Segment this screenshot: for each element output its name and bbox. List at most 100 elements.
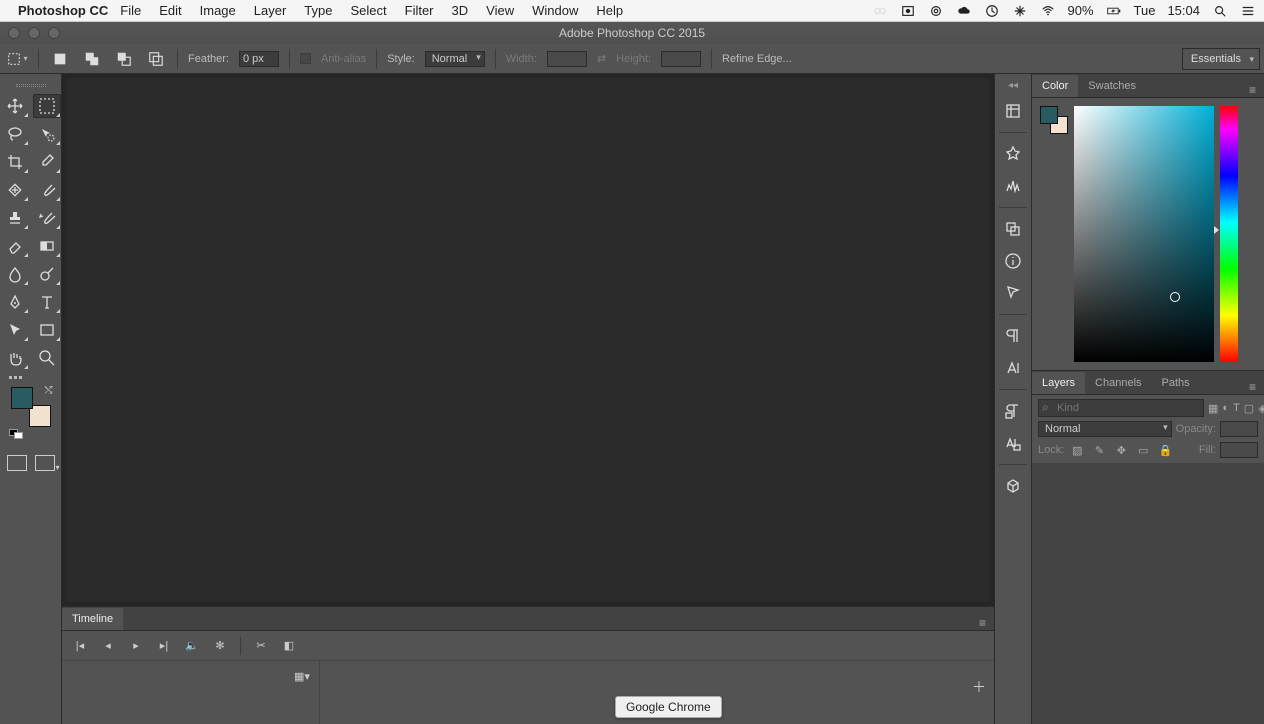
tab-paths[interactable]: Paths: [1152, 372, 1200, 394]
style-select[interactable]: Normal: [425, 51, 485, 67]
menu-select[interactable]: Select: [350, 3, 386, 18]
menu-help[interactable]: Help: [596, 3, 623, 18]
filter-adjust-icon[interactable]: ◐: [1222, 399, 1229, 417]
brush-presets-icon[interactable]: [998, 139, 1028, 169]
menu-3d[interactable]: 3D: [452, 3, 469, 18]
tl-settings-button[interactable]: ✻: [208, 636, 232, 656]
color-menu-icon[interactable]: ≡: [1241, 83, 1264, 97]
swap-colors-icon[interactable]: ⤭: [45, 385, 53, 396]
stamp-tool[interactable]: [1, 206, 29, 230]
app-name[interactable]: Photoshop CC: [18, 3, 108, 18]
lock-position-icon[interactable]: ✥: [1112, 441, 1130, 459]
tl-add-media-button[interactable]: ＋: [972, 677, 986, 697]
tools-handle[interactable]: [11, 80, 51, 90]
status-icon-1[interactable]: [872, 3, 888, 19]
crop-tool[interactable]: [1, 150, 29, 174]
lock-transparent-icon[interactable]: ▨: [1068, 441, 1086, 459]
filter-smart-icon[interactable]: ◈: [1258, 399, 1264, 417]
history-panel-icon[interactable]: [998, 96, 1028, 126]
blend-mode-select[interactable]: Normal: [1038, 421, 1172, 437]
wifi-icon[interactable]: [1040, 3, 1056, 19]
timeline-menu-icon[interactable]: ≡: [971, 616, 994, 630]
hand-tool[interactable]: [1, 346, 29, 370]
tool-preset-button[interactable]: ▾: [6, 48, 28, 70]
type-tool[interactable]: [33, 290, 61, 314]
feather-input[interactable]: [239, 51, 279, 67]
notification-icon[interactable]: [1240, 3, 1256, 19]
minimize-window-button[interactable]: [28, 27, 40, 39]
color-picker-field[interactable]: [1074, 106, 1214, 362]
paragraph-icon[interactable]: [998, 321, 1028, 351]
menu-type[interactable]: Type: [304, 3, 332, 18]
refine-edge-button[interactable]: Refine Edge...: [722, 53, 792, 65]
zoom-tool[interactable]: [33, 346, 61, 370]
healing-tool[interactable]: [1, 178, 29, 202]
marquee-tool[interactable]: [33, 94, 61, 118]
clock-icon[interactable]: [984, 3, 1000, 19]
menu-view[interactable]: View: [486, 3, 514, 18]
battery-icon[interactable]: [1106, 3, 1122, 19]
close-window-button[interactable]: [8, 27, 20, 39]
move-tool[interactable]: [1, 94, 29, 118]
dock-collapse-button[interactable]: ◂◂: [998, 80, 1028, 94]
tl-split-button[interactable]: ✂: [249, 636, 273, 656]
layers-menu-icon[interactable]: ≡: [1241, 380, 1264, 394]
screenmode-button[interactable]: ▾: [35, 455, 55, 471]
lock-image-icon[interactable]: ✎: [1090, 441, 1108, 459]
tl-play-button[interactable]: ▸: [124, 636, 148, 656]
3d-panel-icon[interactable]: [998, 471, 1028, 501]
lock-all-icon[interactable]: 🔒: [1156, 441, 1174, 459]
tab-swatches[interactable]: Swatches: [1078, 75, 1146, 97]
layers-list[interactable]: [1032, 464, 1264, 724]
paragraph-styles-icon[interactable]: [998, 396, 1028, 426]
tab-layers[interactable]: Layers: [1032, 372, 1085, 394]
tl-audio-button[interactable]: 🔈: [180, 636, 204, 656]
tl-prev-frame-button[interactable]: ◂: [96, 636, 120, 656]
spotlight-icon[interactable]: [1212, 3, 1228, 19]
blur-tool[interactable]: [1, 262, 29, 286]
dodge-tool[interactable]: [33, 262, 61, 286]
brush-tool[interactable]: [33, 178, 61, 202]
shape-tool[interactable]: [33, 318, 61, 342]
status-icon-2[interactable]: [1012, 3, 1028, 19]
tl-first-frame-button[interactable]: |◂: [68, 636, 92, 656]
opacity-input[interactable]: [1220, 421, 1258, 437]
default-colors-button[interactable]: [9, 429, 23, 439]
filter-type-icon[interactable]: T: [1233, 399, 1240, 417]
tl-track-options-button[interactable]: ▦▾: [291, 667, 313, 685]
character-styles-icon[interactable]: [998, 428, 1028, 458]
intersect-selection-button[interactable]: [145, 48, 167, 70]
record-icon[interactable]: [900, 3, 916, 19]
path-select-tool[interactable]: [1, 318, 29, 342]
new-selection-button[interactable]: [49, 48, 71, 70]
history-brush-tool[interactable]: [33, 206, 61, 230]
foreground-background-colors[interactable]: ⤭: [11, 387, 51, 427]
tab-channels[interactable]: Channels: [1085, 372, 1151, 394]
quick-select-tool[interactable]: [33, 122, 61, 146]
canvas-stage[interactable]: [66, 78, 990, 602]
clone-source-icon[interactable]: [998, 214, 1028, 244]
menu-filter[interactable]: Filter: [405, 3, 434, 18]
info-panel-icon[interactable]: [998, 246, 1028, 276]
navigator-icon[interactable]: [998, 278, 1028, 308]
cc-icon[interactable]: [928, 3, 944, 19]
fill-input[interactable]: [1220, 442, 1258, 458]
gradient-tool[interactable]: [33, 234, 61, 258]
menu-file[interactable]: File: [120, 3, 141, 18]
brush-icon[interactable]: [998, 171, 1028, 201]
tl-next-frame-button[interactable]: ▸|: [152, 636, 176, 656]
maximize-window-button[interactable]: [48, 27, 60, 39]
menu-edit[interactable]: Edit: [159, 3, 181, 18]
filter-shape-icon[interactable]: ▢: [1244, 399, 1254, 417]
eraser-tool[interactable]: [1, 234, 29, 258]
tl-transition-button[interactable]: ◧: [277, 636, 301, 656]
menu-image[interactable]: Image: [200, 3, 236, 18]
workspace-select[interactable]: Essentials: [1182, 48, 1260, 70]
character-icon[interactable]: [998, 353, 1028, 383]
pen-tool[interactable]: [1, 290, 29, 314]
tab-timeline[interactable]: Timeline: [62, 608, 123, 630]
foreground-color-swatch[interactable]: [11, 387, 33, 409]
add-selection-button[interactable]: [81, 48, 103, 70]
layer-filter-input[interactable]: [1038, 399, 1204, 417]
lock-artboard-icon[interactable]: ▭: [1134, 441, 1152, 459]
